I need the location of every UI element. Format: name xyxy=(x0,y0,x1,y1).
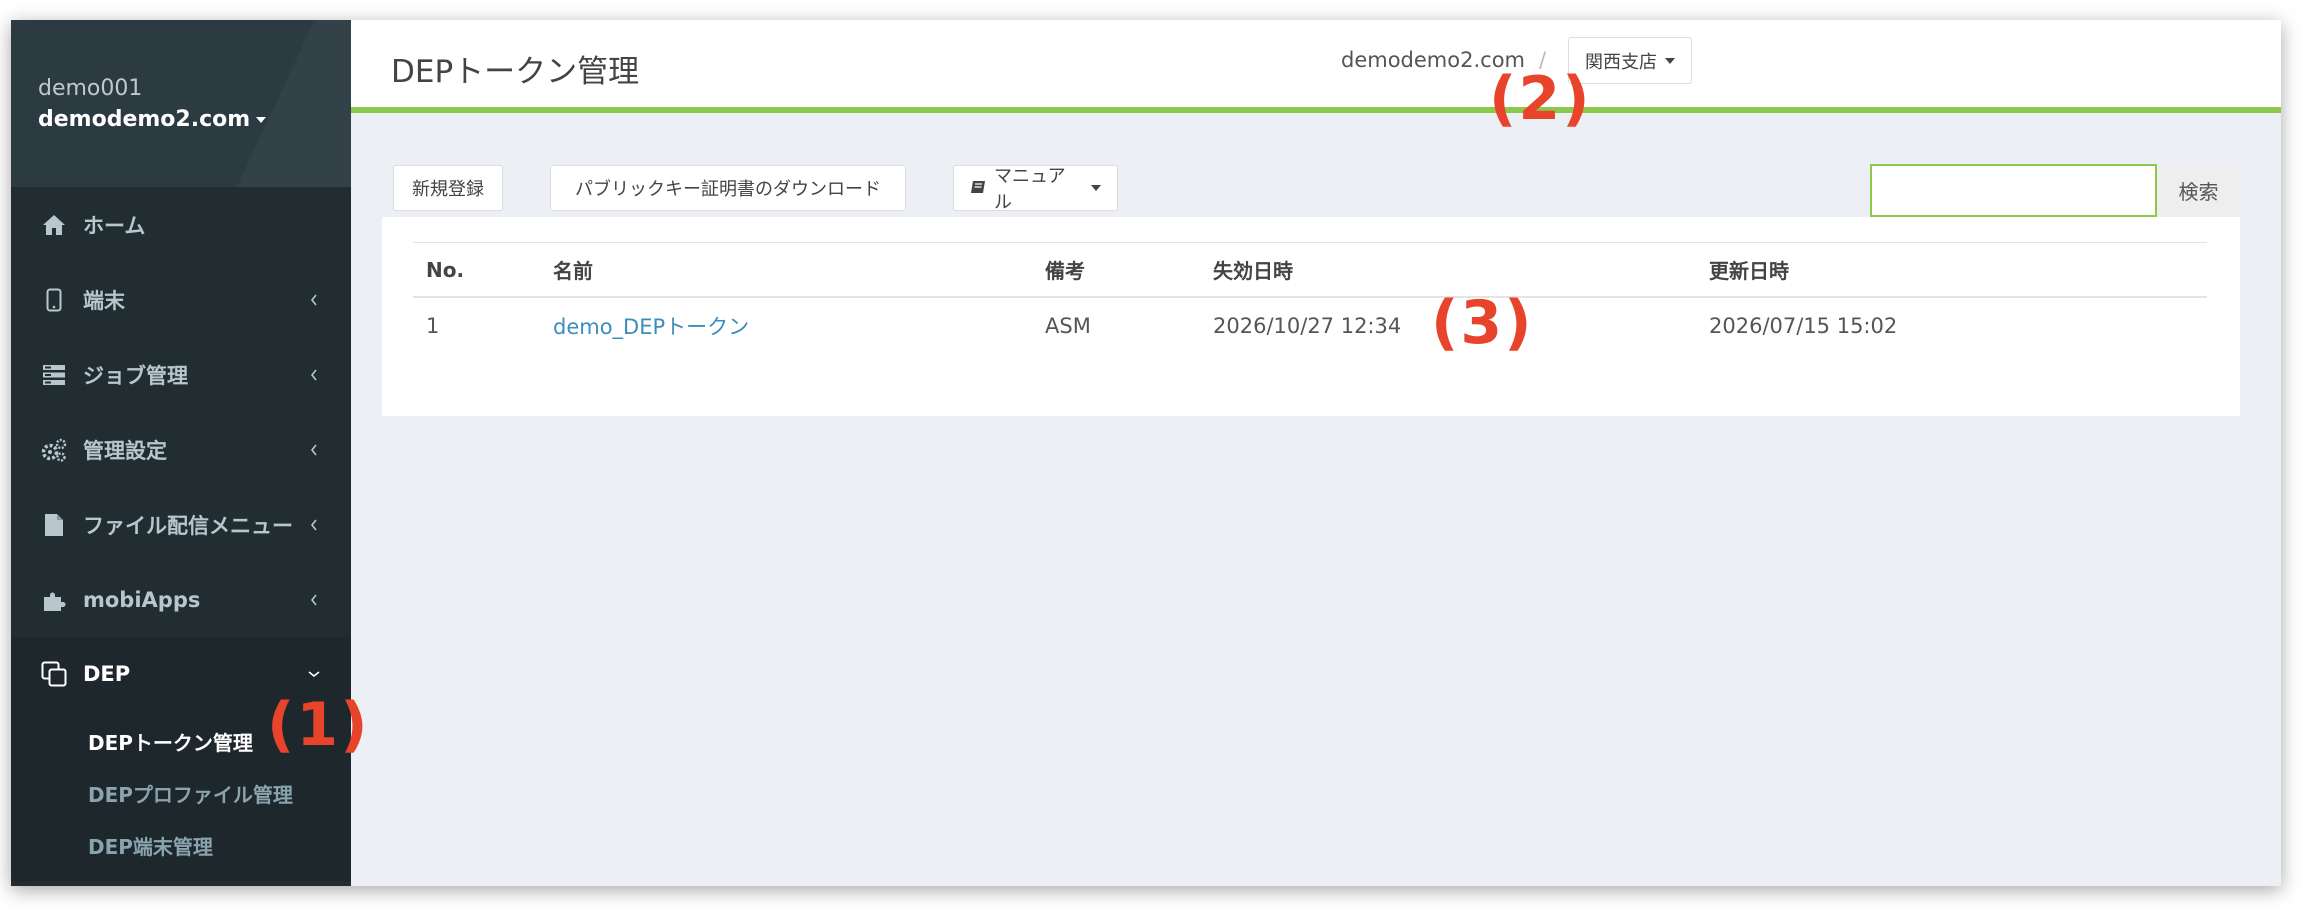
toolbar: 新規登録 パブリックキー証明書のダウンロード マニュアル 検索 xyxy=(351,113,2281,223)
gears-icon xyxy=(41,437,67,463)
token-list-card: No. 名前 備考 失効日時 更新日時 1 demo_DEPトークン ASM 2… xyxy=(382,217,2240,416)
new-register-label: 新規登録 xyxy=(412,179,484,200)
sidebar-item-mobiapps[interactable]: mobiApps xyxy=(11,562,351,637)
token-name-link[interactable]: demo_DEPトークン xyxy=(553,315,749,339)
caret-down-icon xyxy=(256,116,267,123)
annotation-2: (2) xyxy=(1489,64,1592,134)
column-header-name[interactable]: 名前 xyxy=(553,255,1045,284)
submenu-item-dep-profile[interactable]: DEPプロファイル管理 xyxy=(11,767,351,819)
user-domain-dropdown[interactable]: demodemo2.com xyxy=(38,107,267,132)
search-button[interactable]: 検索 xyxy=(2157,165,2240,215)
chevron-down-icon xyxy=(307,667,321,681)
app-window: demo001 demodemo2.com ホーム 端末 ジョブ管理 管理設定 … xyxy=(11,20,2281,886)
cell-name-link[interactable]: demo_DEPトークン xyxy=(553,311,1045,341)
book-icon xyxy=(970,178,986,199)
sidebar-item-label: 管理設定 xyxy=(83,438,167,463)
copy-icon xyxy=(41,661,67,687)
column-header-no[interactable]: No. xyxy=(413,258,553,282)
chevron-left-icon xyxy=(307,518,321,532)
puzzle-icon xyxy=(41,587,67,613)
sidebar-item-devices[interactable]: 端末 xyxy=(11,262,351,337)
mobile-icon xyxy=(41,287,67,313)
cell-no: 1 xyxy=(426,314,440,338)
sidebar-item-label: mobiApps xyxy=(83,587,201,612)
new-register-button[interactable]: 新規登録 xyxy=(393,165,503,211)
sidebar-item-label: ジョブ管理 xyxy=(83,363,188,388)
column-header-remarks[interactable]: 備考 xyxy=(1045,255,1213,284)
download-public-key-label: パブリックキー証明書のダウンロード xyxy=(575,179,881,200)
download-public-key-button[interactable]: パブリックキー証明書のダウンロード xyxy=(550,165,906,211)
sidebar-item-label: 端末 xyxy=(83,288,125,313)
sidebar-item-home[interactable]: ホーム xyxy=(11,187,351,262)
search-input[interactable] xyxy=(1870,164,2157,217)
caret-down-icon xyxy=(1665,57,1675,64)
table-row: 1 demo_DEPトークン ASM 2026/10/27 12:34 2026… xyxy=(413,298,2207,354)
chevron-left-icon xyxy=(307,368,321,382)
sidebar-item-label: DEP xyxy=(83,662,131,686)
annotation-1: (1) xyxy=(267,690,370,760)
table-header: No. 名前 備考 失効日時 更新日時 xyxy=(413,242,2207,298)
cell-remarks: ASM xyxy=(1045,314,1091,338)
search-label: 検索 xyxy=(2178,179,2219,204)
submenu-item-dep-device[interactable]: DEP端末管理 xyxy=(11,819,351,871)
column-header-updated[interactable]: 更新日時 xyxy=(1709,255,2207,284)
token-table: No. 名前 備考 失効日時 更新日時 1 demo_DEPトークン ASM 2… xyxy=(413,242,2207,354)
sidebar-item-label: ホーム xyxy=(83,213,146,238)
home-icon xyxy=(41,212,67,238)
user-domain-label: demodemo2.com xyxy=(38,107,251,132)
file-icon xyxy=(41,512,67,538)
column-header-expiry[interactable]: 失効日時 xyxy=(1213,255,1709,284)
manual-label: マニュアル xyxy=(994,166,1066,213)
manual-dropdown-button[interactable]: マニュアル xyxy=(953,165,1118,213)
caret-down-icon xyxy=(1091,185,1101,191)
branch-label: 関西支店 xyxy=(1585,51,1657,73)
sidebar-menu: ホーム 端末 ジョブ管理 管理設定 ファイル配信メニュー mobiApps DE… xyxy=(11,187,351,711)
server-icon xyxy=(41,362,67,388)
chevron-left-icon xyxy=(307,293,321,307)
cell-updated: 2026/07/15 15:02 xyxy=(1709,314,1898,338)
page-header: DEPトークン管理 demodemo2.com / 関西支店 xyxy=(351,20,2281,113)
chevron-left-icon xyxy=(307,593,321,607)
sidebar-item-label: ファイル配信メニュー xyxy=(83,513,293,538)
page-title: DEPトークン管理 xyxy=(391,54,640,90)
sidebar-item-admin-settings[interactable]: 管理設定 xyxy=(11,412,351,487)
sidebar-item-file-distribution[interactable]: ファイル配信メニュー xyxy=(11,487,351,562)
user-id: demo001 xyxy=(38,76,143,101)
chevron-left-icon xyxy=(307,443,321,457)
user-panel: demo001 demodemo2.com xyxy=(11,20,351,187)
annotation-3: (3) xyxy=(1431,288,1534,358)
sidebar-item-jobs[interactable]: ジョブ管理 xyxy=(11,337,351,412)
